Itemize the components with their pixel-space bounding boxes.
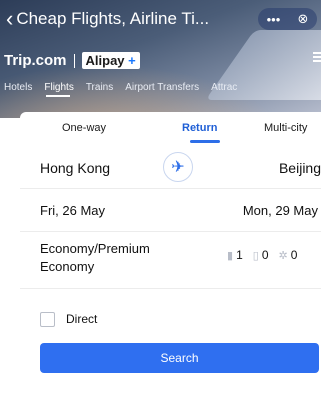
close-circle-icon[interactable]: ⊗ xyxy=(297,11,308,27)
alipay-logo: Alipay + xyxy=(81,52,140,69)
child-icon: ▯ xyxy=(252,249,259,262)
infant-icon: ✲ xyxy=(278,249,288,262)
plane-icon: ✈ xyxy=(171,159,185,176)
direct-option-row: Direct xyxy=(20,302,321,332)
more-dots-icon[interactable]: ••• xyxy=(267,12,281,27)
route-row: Hong Kong ✈ Beijing xyxy=(20,148,321,189)
tab-airport-transfers[interactable]: Airport Transfers xyxy=(121,82,207,97)
tab-attractions[interactable]: Attrac xyxy=(207,82,245,97)
tab-hotels[interactable]: Hotels xyxy=(0,82,40,97)
depart-date[interactable]: Fri, 26 May xyxy=(40,203,105,218)
window-title: Cheap Flights, Airline Ti... xyxy=(16,9,210,28)
menu-icon[interactable] xyxy=(313,52,321,62)
search-button-label: Search xyxy=(160,351,199,365)
trip-type-tabs: One-way Return Multi-city xyxy=(20,112,321,148)
chevron-left-icon: ‹ xyxy=(6,6,14,31)
tab-return[interactable]: Return xyxy=(182,122,217,134)
adult-icon: ▮ xyxy=(227,249,234,262)
back-button[interactable]: ‹ Cheap Flights, Airline Ti... xyxy=(6,8,209,30)
direct-checkbox[interactable] xyxy=(40,312,55,327)
mini-program-capsule: ••• ⊗ xyxy=(258,8,317,30)
flight-search-card: One-way Return Multi-city Hong Kong ✈ Be… xyxy=(20,112,321,393)
tab-trains[interactable]: Trains xyxy=(82,82,121,97)
adults-value: 1 xyxy=(236,248,243,262)
passenger-selector[interactable]: ▮ 1 ▯ 0 ✲ 0 xyxy=(227,248,297,262)
direct-label[interactable]: Direct xyxy=(66,312,97,326)
header-banner: ‹ Cheap Flights, Airline Ti... ••• ⊗ Tri… xyxy=(0,0,321,118)
brand-logos: Trip.com Alipay + xyxy=(4,52,140,69)
active-tab-indicator xyxy=(190,140,220,143)
return-date[interactable]: Mon, 29 May xyxy=(243,203,318,218)
dates-row: Fri, 26 May Mon, 29 May xyxy=(20,189,321,232)
children-count: ▯ 0 xyxy=(253,248,269,262)
plus-icon: + xyxy=(128,53,136,68)
window-title-bar: ‹ Cheap Flights, Airline Ti... ••• ⊗ xyxy=(0,0,321,38)
tab-flights[interactable]: Flights xyxy=(40,82,81,97)
search-button[interactable]: Search xyxy=(40,343,319,373)
children-value: 0 xyxy=(261,248,269,262)
swap-cities-button[interactable]: ✈ xyxy=(163,152,193,182)
category-tabs: Hotels Flights Trains Airport Transfers … xyxy=(0,82,245,97)
adults-count: ▮ 1 xyxy=(227,248,243,262)
alipay-text: Alipay xyxy=(85,53,125,68)
cabin-class-selector[interactable]: Economy/Premium Economy xyxy=(40,240,180,276)
trip-logo: Trip.com xyxy=(4,52,67,69)
brand-divider xyxy=(73,53,75,68)
infants-value: 0 xyxy=(290,248,298,262)
tab-multi-city[interactable]: Multi-city xyxy=(264,122,307,134)
infants-count: ✲ 0 xyxy=(279,248,298,262)
cabin-passenger-row: Economy/Premium Economy ▮ 1 ▯ 0 ✲ 0 xyxy=(20,232,321,289)
tab-one-way[interactable]: One-way xyxy=(62,122,106,134)
origin-city[interactable]: Hong Kong xyxy=(40,160,110,176)
destination-city[interactable]: Beijing xyxy=(279,160,321,176)
